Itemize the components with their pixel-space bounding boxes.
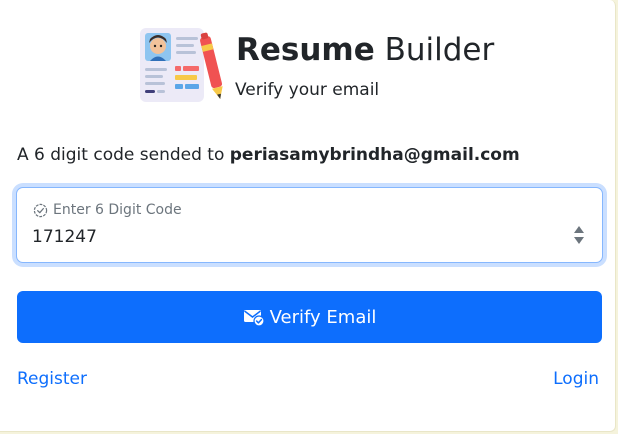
verify-email-button[interactable]: Verify Email xyxy=(17,291,602,343)
app-title-light: Builder xyxy=(384,32,495,68)
brand-header: Resume Builder Verify your email xyxy=(138,22,498,106)
code-sent-prefix: A 6 digit code sended to xyxy=(17,145,225,165)
envelope-check-icon xyxy=(243,310,265,326)
register-link[interactable]: Register xyxy=(17,368,87,390)
recipient-email: periasamybrindha@gmail.com xyxy=(229,145,520,165)
code-field-label-text: Enter 6 Digit Code xyxy=(53,202,182,218)
code-input[interactable] xyxy=(32,223,552,251)
check-circle-icon xyxy=(33,203,48,217)
app-title: Resume Builder xyxy=(236,31,494,69)
resume-document-pen-icon xyxy=(140,28,223,102)
verify-email-button-label: Verify Email xyxy=(269,306,377,328)
app-title-bold: Resume xyxy=(236,32,375,68)
verify-email-card: Resume Builder Verify your email A 6 dig… xyxy=(0,0,616,432)
number-spinner-icon[interactable] xyxy=(573,222,585,248)
code-field-label: Enter 6 Digit Code xyxy=(33,201,182,219)
code-sent-message: A 6 digit code sended to periasamybrindh… xyxy=(17,143,520,167)
login-link[interactable]: Login xyxy=(553,368,599,390)
code-field[interactable]: Enter 6 Digit Code xyxy=(16,187,603,263)
page-subtitle: Verify your email xyxy=(235,80,380,100)
